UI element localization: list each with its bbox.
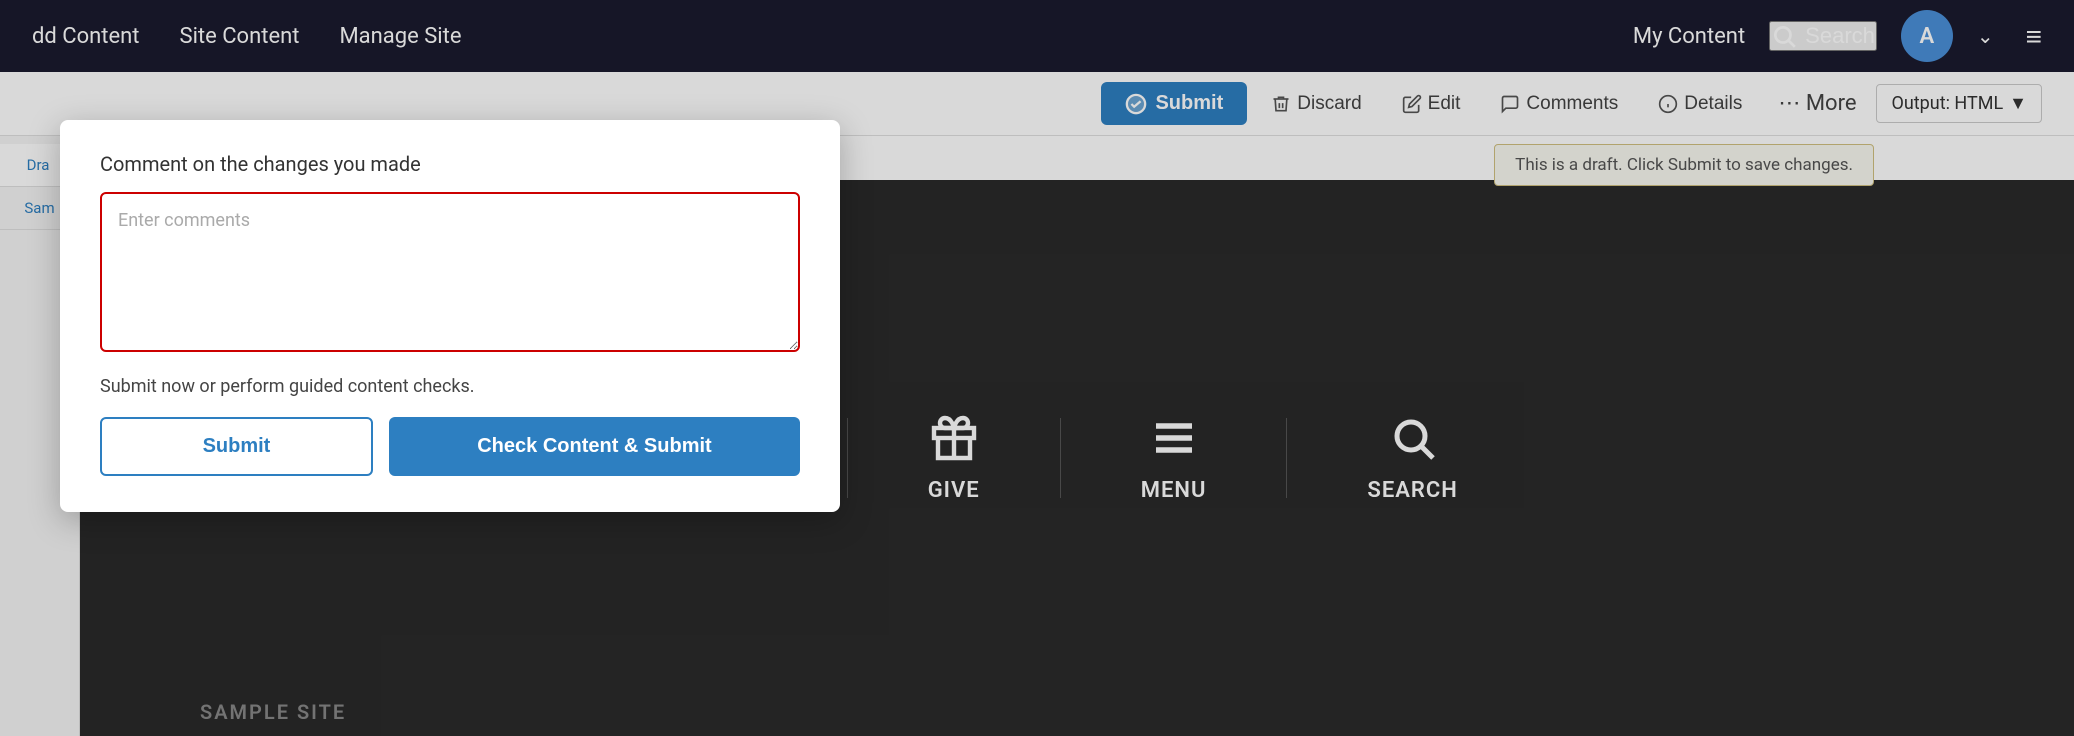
popup-buttons: Submit Check Content & Submit: [100, 417, 800, 476]
popup-comment-label: Comment on the changes you made: [100, 152, 800, 176]
popup-submit-button[interactable]: Submit: [100, 417, 373, 476]
popup-check-submit-button[interactable]: Check Content & Submit: [389, 417, 800, 476]
comments-textarea[interactable]: [100, 192, 800, 352]
submit-popup: Comment on the changes you made Submit n…: [60, 120, 840, 512]
popup-hint: Submit now or perform guided content che…: [100, 376, 800, 397]
